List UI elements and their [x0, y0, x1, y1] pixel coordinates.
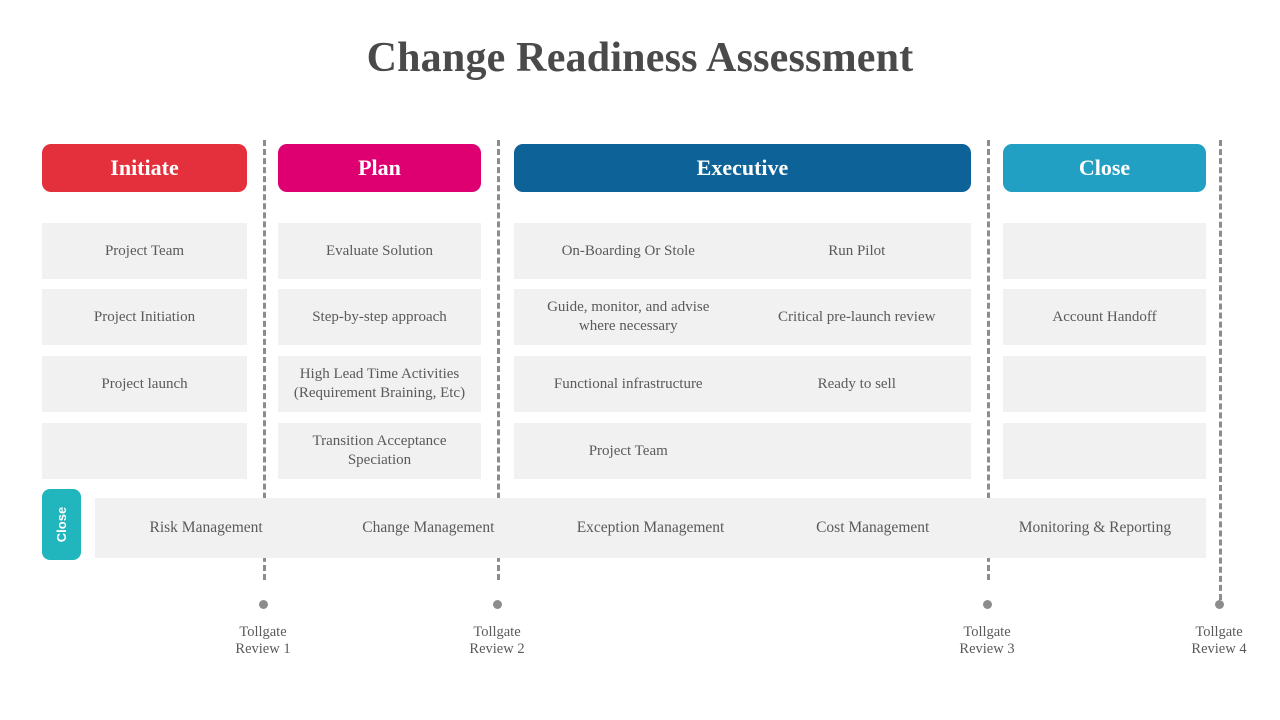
cell-close-2[interactable]: Account Handoff	[1003, 289, 1206, 345]
cell-executive-1-left[interactable]: On-Boarding Or Stole	[514, 223, 743, 279]
mgmt-item-cost-management[interactable]: Cost Management	[762, 519, 984, 537]
cell-executive-2[interactable]: Guide, monitor, and advise where necessar…	[514, 289, 971, 345]
cell-plan-4[interactable]: Transition Acceptance Speciation	[278, 423, 481, 479]
tollgate-label-1: Tollgate Review 1	[178, 624, 348, 658]
cell-executive-3-left-text: Functional infrastructure	[553, 375, 703, 392]
cell-executive-3[interactable]: Functional infrastructure Ready to sell	[514, 356, 971, 412]
cell-plan-2-text: Step-by-step approach	[312, 308, 447, 325]
phase-header-close[interactable]: Close	[1003, 144, 1206, 192]
phase-header-close-label: Close	[1078, 155, 1131, 180]
tollgate-label-3-line1: Tollgate	[963, 624, 1011, 640]
cell-executive-4-right[interactable]	[743, 423, 972, 479]
cell-close-4[interactable]	[1003, 423, 1206, 479]
tollgate-label-2-line2: Review 2	[469, 641, 525, 658]
tollgate-label-3-line2: Review 3	[959, 641, 1015, 658]
management-band: Risk Management Change Management Except…	[95, 498, 1206, 558]
mgmt-item-exception-management[interactable]: Exception Management	[539, 519, 761, 537]
close-side-tab-label: Close	[54, 506, 69, 543]
tollgate-label-2: Tollgate Review 2	[412, 624, 582, 658]
cell-executive-3-left[interactable]: Functional infrastructure	[514, 356, 743, 412]
cell-executive-1-right-text: Run Pilot	[828, 242, 886, 259]
cell-plan-3-text: High Lead Time Activities (Requirement Br…	[293, 366, 466, 401]
phase-header-plan-label: Plan	[358, 155, 401, 180]
tollgate-dot-4	[1215, 600, 1224, 609]
tollgate-label-3: Tollgate Review 3	[902, 624, 1072, 658]
tollgate-dot-1	[259, 600, 268, 609]
cell-plan-1-text: Evaluate Solution	[325, 242, 434, 259]
cell-executive-1-left-text: On-Boarding Or Stole	[561, 242, 695, 259]
cell-executive-1[interactable]: On-Boarding Or Stole Run Pilot	[514, 223, 971, 279]
cell-initiate-1-text: Project Team	[104, 242, 185, 259]
tollgate-label-2-line1: Tollgate	[473, 624, 521, 640]
tollgate-label-1-line1: Tollgate	[239, 624, 287, 640]
cell-executive-3-right[interactable]: Ready to sell	[743, 356, 972, 412]
cell-executive-4-left-text: Project Team	[588, 442, 668, 459]
tollgate-label-1-line2: Review 1	[235, 641, 291, 658]
cell-executive-1-right[interactable]: Run Pilot	[743, 223, 972, 279]
cell-initiate-2-text: Project Initiation	[93, 308, 196, 325]
slide-canvas: Change Readiness Assessment Initiate Pla…	[0, 0, 1280, 720]
tollgate-label-4-line2: Review 4	[1191, 641, 1247, 658]
cell-executive-4[interactable]: Project Team	[514, 423, 971, 479]
cell-executive-3-right-text: Ready to sell	[817, 375, 896, 392]
tollgate-label-4-line1: Tollgate	[1195, 624, 1243, 640]
cell-executive-2-left[interactable]: Guide, monitor, and advise where necessar…	[514, 289, 743, 345]
cell-initiate-4[interactable]	[42, 423, 247, 479]
tollgate-dot-3	[983, 600, 992, 609]
cell-executive-2-left-text: Guide, monitor, and advise where necessar…	[547, 299, 710, 334]
cell-initiate-1[interactable]: Project Team	[42, 223, 247, 279]
tollgate-label-4: Tollgate Review 4	[1134, 624, 1280, 658]
divider-line-4	[1219, 140, 1222, 600]
mgmt-item-monitoring-reporting[interactable]: Monitoring & Reporting	[984, 519, 1206, 537]
cell-executive-4-left[interactable]: Project Team	[514, 423, 743, 479]
cell-close-2-text: Account Handoff	[1052, 308, 1157, 325]
page-title: Change Readiness Assessment	[366, 35, 914, 81]
mgmt-item-risk-management[interactable]: Risk Management	[95, 519, 317, 537]
cell-close-3[interactable]	[1003, 356, 1206, 412]
phase-header-initiate[interactable]: Initiate	[42, 144, 247, 192]
cell-plan-1[interactable]: Evaluate Solution	[278, 223, 481, 279]
phase-header-executive[interactable]: Executive	[514, 144, 971, 192]
cell-plan-2[interactable]: Step-by-step approach	[278, 289, 481, 345]
cell-initiate-3[interactable]: Project launch	[42, 356, 247, 412]
cell-executive-2-right[interactable]: Critical pre-launch review	[743, 289, 972, 345]
close-side-tab[interactable]: Close	[42, 489, 81, 560]
phase-header-initiate-label: Initiate	[110, 155, 179, 180]
cell-plan-3[interactable]: High Lead Time Activities (Requirement Br…	[278, 356, 481, 412]
tollgate-dot-2	[493, 600, 502, 609]
cell-close-1[interactable]	[1003, 223, 1206, 279]
cell-executive-2-right-text: Critical pre-launch review	[778, 308, 936, 325]
mgmt-item-change-management[interactable]: Change Management	[317, 519, 539, 537]
cell-plan-4-text: Transition Acceptance Speciation	[312, 433, 447, 468]
phase-header-plan[interactable]: Plan	[278, 144, 481, 192]
cell-initiate-2[interactable]: Project Initiation	[42, 289, 247, 345]
cell-initiate-3-text: Project launch	[101, 375, 188, 392]
phase-header-executive-label: Executive	[696, 155, 789, 180]
